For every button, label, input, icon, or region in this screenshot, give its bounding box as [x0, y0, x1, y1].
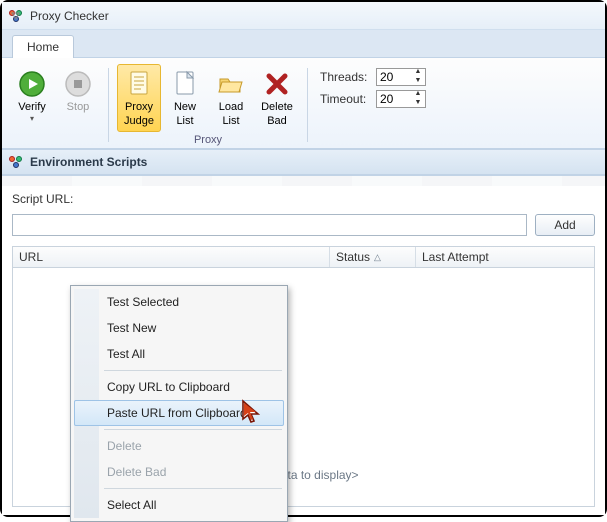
stop-label: Stop	[67, 101, 90, 113]
column-url[interactable]: URL	[13, 247, 330, 267]
subpanel-header: Environment Scripts	[2, 149, 605, 175]
folder-open-icon	[216, 69, 246, 99]
script-url-input[interactable]	[12, 214, 527, 236]
menu-test-all[interactable]: Test All	[74, 341, 284, 367]
ribbon-spinners: Threads: ▲▼ Timeout: ▲▼	[316, 64, 430, 146]
menu-select-all[interactable]: Select All	[74, 492, 284, 518]
verify-label: Verify	[18, 101, 46, 113]
window-title: Proxy Checker	[30, 9, 109, 23]
play-icon	[17, 69, 47, 99]
scripts-icon	[8, 154, 24, 170]
threads-spinner[interactable]: ▲▼	[376, 68, 426, 86]
ribbon-group-actions: Verify ▾ Stop	[10, 64, 100, 146]
timeout-spinner[interactable]: ▲▼	[376, 90, 426, 108]
spin-down-icon[interactable]: ▼	[411, 99, 425, 108]
proxy-judge-label1: Proxy	[125, 101, 153, 113]
menu-separator	[104, 370, 282, 371]
load-list-label2: List	[222, 115, 239, 127]
grid-header: URL Status△ Last Attempt	[12, 246, 595, 268]
ribbon: Verify ▾ Stop Proxy	[2, 58, 605, 149]
column-last-attempt[interactable]: Last Attempt	[416, 247, 594, 267]
menu-separator	[104, 429, 282, 430]
add-button[interactable]: Add	[535, 214, 595, 236]
proxy-judge-button[interactable]: Proxy Judge	[117, 64, 161, 132]
tab-home[interactable]: Home	[12, 35, 74, 58]
menu-test-selected[interactable]: Test Selected	[74, 289, 284, 315]
load-list-button[interactable]: Load List	[209, 64, 253, 132]
ribbon-separator	[108, 68, 109, 142]
threads-label: Threads:	[320, 70, 372, 84]
new-list-button[interactable]: New List	[163, 64, 207, 132]
menu-paste-url[interactable]: Paste URL from Clipboard	[74, 400, 284, 426]
delete-bad-label2: Bad	[267, 115, 287, 127]
threads-input[interactable]	[377, 70, 411, 84]
menu-copy-url[interactable]: Copy URL to Clipboard	[74, 374, 284, 400]
new-list-label2: List	[176, 115, 193, 127]
app-icon	[8, 8, 24, 24]
faded-table-header	[2, 176, 605, 186]
verify-button[interactable]: Verify ▾	[10, 64, 54, 128]
script-url-label: Script URL:	[12, 192, 73, 206]
spin-down-icon[interactable]: ▼	[411, 77, 425, 86]
column-status[interactable]: Status△	[330, 247, 416, 267]
menu-separator	[104, 488, 282, 489]
ribbon-group-proxy: Proxy Judge New List Load List	[117, 64, 299, 146]
delete-bad-button[interactable]: Delete Bad	[255, 64, 299, 132]
new-file-icon	[170, 69, 200, 99]
context-menu: Test Selected Test New Test All Copy URL…	[70, 285, 288, 522]
delete-bad-label1: Delete	[261, 101, 293, 113]
dropdown-arrow-icon: ▾	[30, 114, 34, 123]
sort-asc-icon: △	[374, 252, 381, 263]
titlebar: Proxy Checker	[2, 2, 605, 30]
new-list-label1: New	[174, 101, 196, 113]
menu-test-new[interactable]: Test New	[74, 315, 284, 341]
group-label-proxy: Proxy	[194, 134, 222, 146]
spin-up-icon[interactable]: ▲	[411, 68, 425, 77]
proxy-judge-label2: Judge	[124, 115, 154, 127]
timeout-label: Timeout:	[320, 92, 372, 106]
stop-button[interactable]: Stop	[56, 64, 100, 128]
timeout-input[interactable]	[377, 92, 411, 106]
spin-up-icon[interactable]: ▲	[411, 90, 425, 99]
delete-x-icon	[262, 69, 292, 99]
menu-delete-bad[interactable]: Delete Bad	[74, 459, 284, 485]
tab-strip: Home	[2, 30, 605, 58]
ribbon-separator-2	[307, 68, 308, 142]
menu-delete[interactable]: Delete	[74, 433, 284, 459]
load-list-label1: Load	[219, 101, 243, 113]
group-label-empty	[53, 130, 56, 142]
document-icon	[124, 69, 154, 99]
stop-icon	[63, 69, 93, 99]
subpanel-title: Environment Scripts	[30, 155, 147, 169]
